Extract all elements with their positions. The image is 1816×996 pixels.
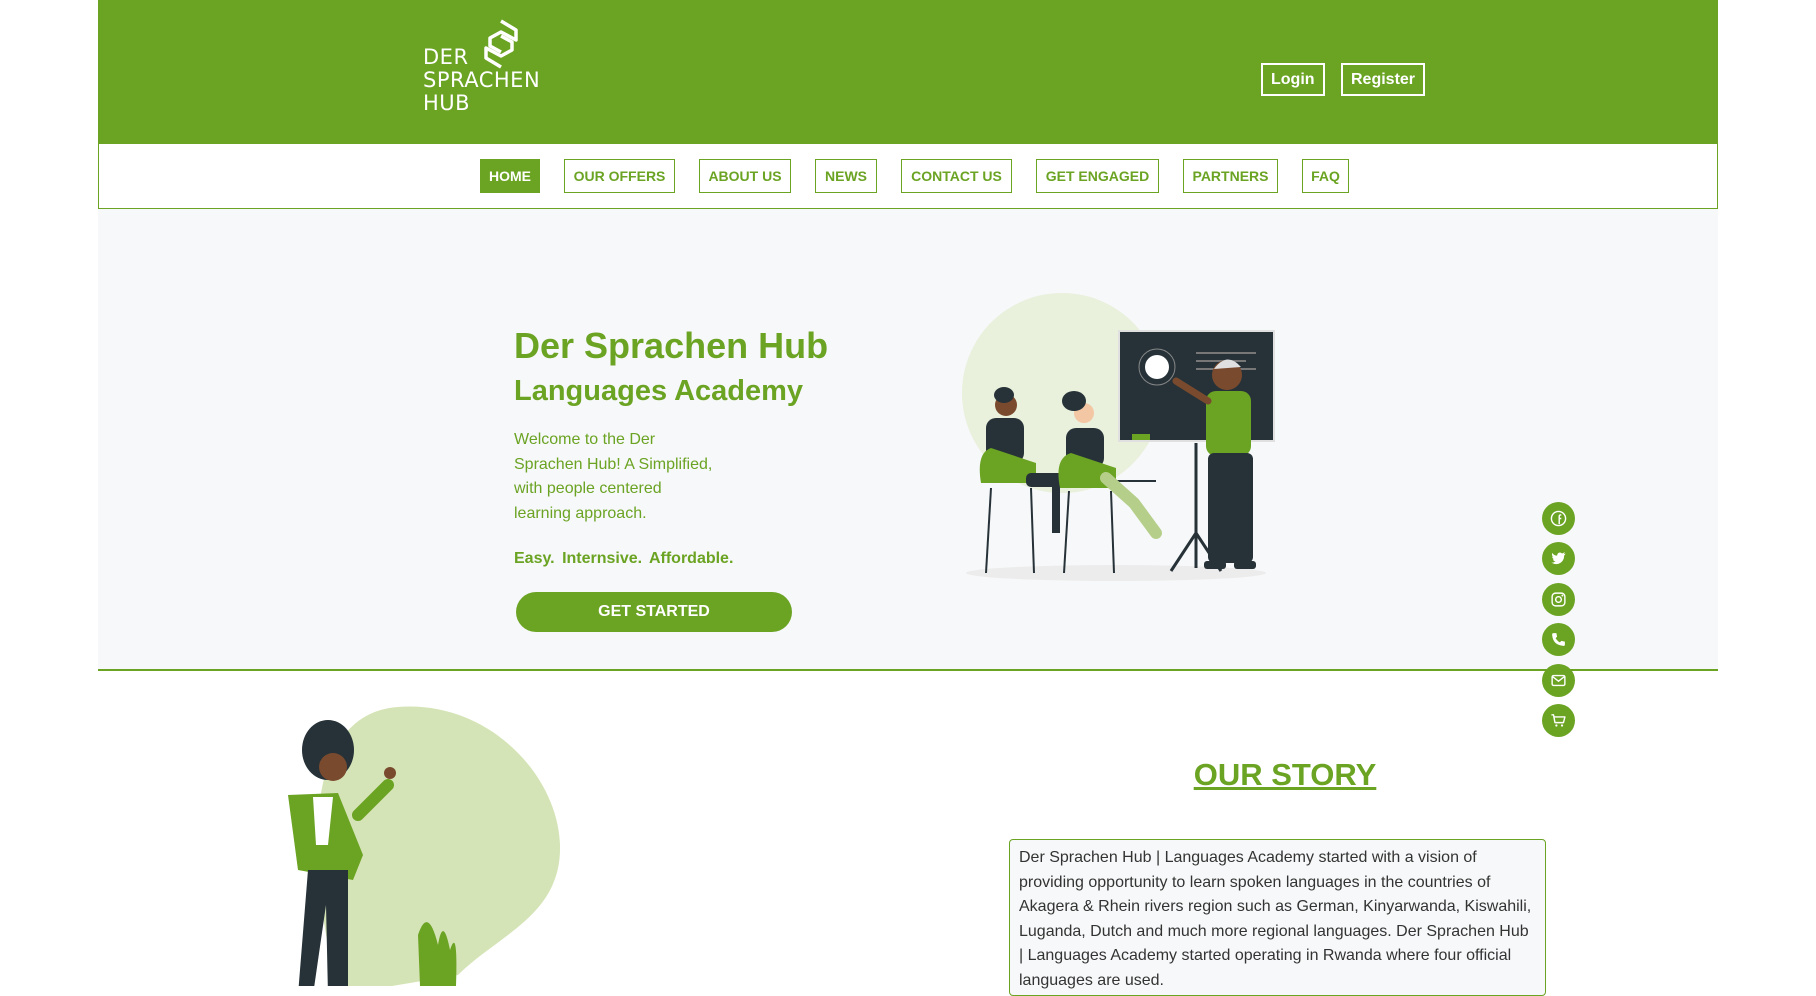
twitter-icon [1551,552,1566,565]
mail-button[interactable] [1542,664,1575,697]
cart-button[interactable] [1542,704,1575,737]
classroom-illustration [962,293,1275,581]
nav-item-contact-us[interactable]: CONTACT US [901,159,1012,193]
nav-item-news[interactable]: NEWS [815,159,877,193]
cart-icon [1551,714,1566,727]
logo-wordmark: DER SPRACHEN HUB [423,45,541,115]
nav-item-faq[interactable]: FAQ [1302,159,1349,193]
phone-icon [1552,633,1565,646]
hero-intro: Welcome to the Der Sprachen Hub! A Simpl… [514,431,713,522]
hero-tagline: Easy. Internsive. Affordable. [514,550,734,567]
hero-section: Der Sprachen Hub Languages Academy Welco… [98,209,1718,671]
woman-presenting-illustration [288,706,561,986]
hero-subtitle: Languages Academy [514,375,804,407]
nav-item-get-engaged[interactable]: GET ENGAGED [1036,159,1159,193]
instagram-icon [1551,592,1566,607]
facebook-icon [1550,510,1567,527]
header-bar: DER SPRACHEN HUB Login Register [98,0,1718,143]
hero-title: Der Sprachen Hub [514,325,829,366]
mail-icon [1551,674,1566,687]
nav-item-partners[interactable]: PARTNERS [1183,159,1278,193]
nav-item-home[interactable]: HOME [480,159,540,193]
phone-button[interactable] [1542,623,1575,656]
twitter-button[interactable] [1542,542,1575,575]
login-button[interactable]: Login [1261,63,1325,96]
instagram-button[interactable] [1542,583,1575,616]
get-started-button[interactable]: GET STARTED [516,592,792,632]
page-frame: DER SPRACHEN HUB Login Register HOME OUR O… [98,0,1718,996]
main-navigation: HOME OUR OFFERS ABOUT US NEWS CONTACT US… [98,143,1718,209]
register-button[interactable]: Register [1341,63,1426,96]
our-story-text: Der Sprachen Hub | Languages Academy sta… [1009,839,1546,996]
our-story-title: OUR STORY [1193,757,1377,792]
facebook-button[interactable] [1542,502,1575,535]
nav-item-about-us[interactable]: ABOUT US [699,159,791,193]
brand-logo[interactable]: DER SPRACHEN HUB [423,18,563,118]
nav-item-our-offers[interactable]: OUR OFFERS [564,159,675,193]
